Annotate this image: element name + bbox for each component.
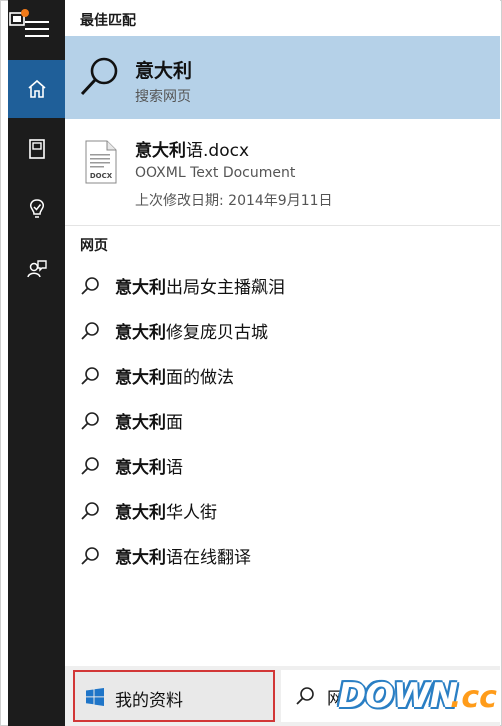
web-result-match: 意大利 [115,278,166,298]
document-title: 意大利语.docx [135,136,249,161]
web-results-list: 意大利出局女主播飙泪 意大利修复庞贝古城 意大利面的做法 意大利面 意大利语 意… [65,262,500,577]
web-result-match: 意大利 [115,323,166,343]
web-result-item[interactable]: 意大利语在线翻译 [65,532,500,577]
rail-reminders-button[interactable] [8,180,65,238]
feedback-icon [26,260,47,278]
watermark-suffix: .cc [450,680,497,715]
best-match-heading: 最佳匹配 [80,13,136,29]
divider [65,225,500,226]
document-modified-date: 上次修改日期: 2014年9月11日 [135,193,333,209]
best-match-result[interactable]: 意大利 搜索网页 [65,36,500,119]
lightbulb-icon [29,199,44,218]
web-result-rest: 华人街 [166,503,217,523]
search-icon [81,277,99,295]
web-result-text: 意大利出局女主播飙泪 [115,273,285,298]
rail-feedback-button[interactable] [8,240,65,298]
document-title-match: 意大利 [135,141,186,161]
rail-home-button[interactable] [8,60,65,118]
web-result-match: 意大利 [115,413,166,433]
web-heading: 网页 [80,238,108,254]
search-icon [81,412,99,430]
web-result-text: 意大利华人街 [115,498,217,523]
my-stuff-label: 我的资料 [115,691,183,711]
web-result-item[interactable]: 意大利面的做法 [65,352,500,397]
web-result-rest: 语在线翻译 [166,548,251,568]
web-result-text: 意大利面的做法 [115,363,234,388]
web-result-match: 意大利 [115,458,166,478]
web-result-text: 意大利修复庞贝古城 [115,318,268,343]
web-result-rest: 修复庞贝古城 [166,323,268,343]
windows-logo-icon [86,688,104,706]
web-result-item[interactable]: 意大利华人街 [65,487,500,532]
best-match-title: 意大利 [135,60,193,82]
search-icon [81,502,99,520]
search-icon [296,687,314,705]
web-result-match: 意大利 [115,368,166,388]
search-icon [81,367,99,385]
home-icon [27,79,46,98]
web-result-rest: 面 [166,413,183,433]
search-icon [81,457,99,475]
watermark-logo: DOWN .cc [338,676,498,720]
web-result-rest: 面的做法 [166,368,234,388]
web-result-text: 意大利面 [115,408,183,433]
web-result-item[interactable]: 意大利出局女主播飙泪 [65,262,500,307]
left-rail [8,0,65,726]
docx-file-icon: DOCX [85,140,117,184]
results-panel: 最佳匹配 意大利 搜索网页 DOCX 意大利语.docx OOXML Text … [65,0,500,666]
web-result-text: 意大利语 [115,453,183,478]
document-type: OOXML Text Document [135,165,296,181]
notification-icon[interactable] [8,8,30,30]
search-icon [81,322,99,340]
web-result-item[interactable]: 意大利语 [65,442,500,487]
web-result-match: 意大利 [115,503,166,523]
best-match-subtitle: 搜索网页 [135,89,191,105]
web-result-item[interactable]: 意大利修复庞贝古城 [65,307,500,352]
web-result-text: 意大利语在线翻译 [115,543,251,568]
document-title-rest: 语.docx [186,141,250,161]
my-stuff-button[interactable]: 我的资料 [73,670,275,722]
document-result[interactable]: DOCX 意大利语.docx OOXML Text Document 上次修改日… [65,124,500,224]
search-icon [81,547,99,565]
web-result-match: 意大利 [115,548,166,568]
notebook-icon [28,139,45,159]
rail-notebook-button[interactable] [8,120,65,178]
web-result-item[interactable]: 意大利面 [65,397,500,442]
docx-icon-label: DOCX [90,172,113,180]
search-icon [80,57,118,96]
web-result-rest: 出局女主播飙泪 [166,278,285,298]
watermark-brand: DOWN [338,676,458,716]
web-result-rest: 语 [166,458,183,478]
